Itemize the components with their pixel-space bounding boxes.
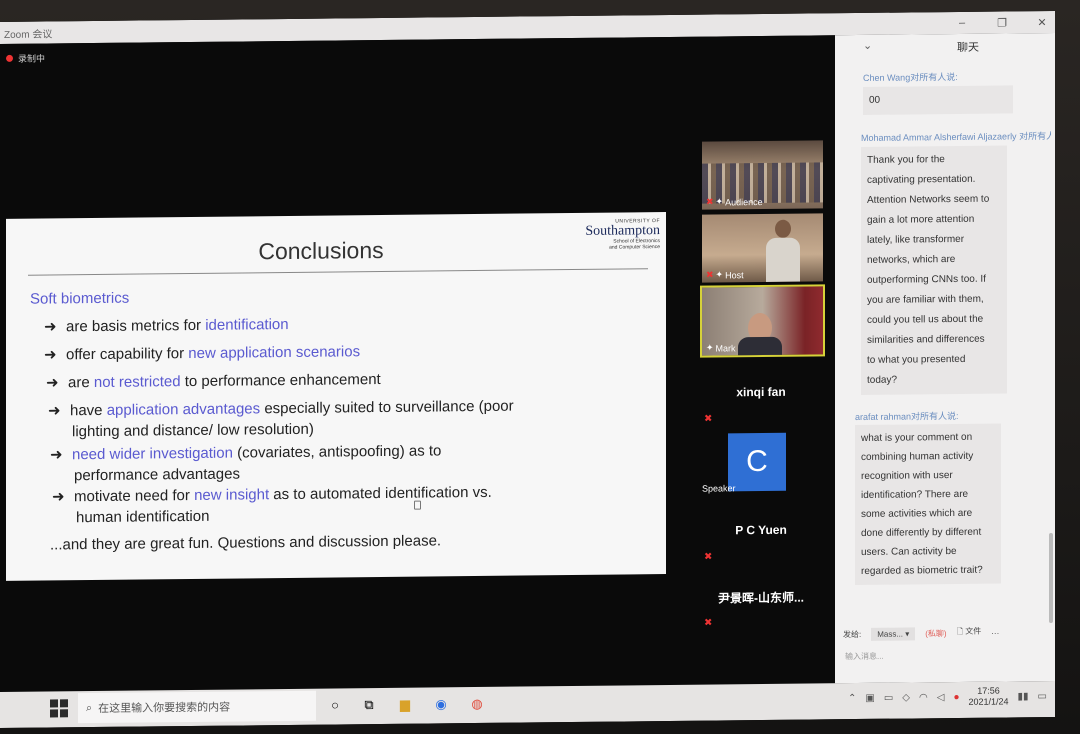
network-icon[interactable]: ◠	[919, 692, 928, 703]
video-tile-audience[interactable]: ✖ ✦ Audience	[702, 140, 823, 210]
shared-slide: Conclusions UNIVERSITY OF Southampton Sc…	[6, 212, 666, 581]
slide-closing: ...and they are great fun. Questions and…	[50, 532, 442, 554]
slide-title: Conclusions	[258, 236, 384, 265]
multitask-icon[interactable]: ⧉	[360, 696, 378, 714]
search-icon: ⌕	[86, 701, 93, 714]
participant-name[interactable]: 尹景晖-山东师...	[698, 588, 824, 606]
avatar[interactable]: C	[728, 432, 786, 492]
slide-bullet: ➜ offer capability for new application sc…	[44, 343, 361, 364]
participant-name[interactable]: xinqi fan	[698, 384, 824, 400]
logo-school-line2: and Computer Science	[609, 244, 660, 251]
private-label: (私聊)	[925, 628, 947, 638]
maximize-button[interactable]: ❐	[995, 16, 1009, 29]
arrow-icon: ➜	[48, 402, 61, 420]
slide-bullet: ➜ need wider investigation (covariates, a…	[50, 442, 442, 485]
minimize-button[interactable]: ‒	[955, 17, 969, 29]
screen: Zoom 会议 ‒ ❐ ✕ 录制中 Conclusions UNIVERSITY…	[0, 10, 1055, 729]
volume-icon[interactable]: ◁	[937, 692, 945, 703]
speaker-label: Speaker	[702, 483, 736, 494]
chevron-down-icon[interactable]: ⌄	[863, 39, 872, 52]
tray-icon[interactable]: ▭	[884, 692, 893, 703]
notification-badge-icon[interactable]: ▮▮	[1018, 691, 1029, 702]
slide-bullet: ➜ are not restricted to performance enhan…	[46, 371, 381, 392]
send-to-row: 发给: Mass... ▾ (私聊) 🗋 文件 ···	[843, 625, 1048, 641]
slide-divider	[28, 268, 648, 276]
file-icon: 🗋	[956, 626, 964, 636]
arrow-icon: ➜	[50, 446, 63, 464]
video-tile-mark[interactable]: ✦ Mark	[700, 284, 825, 358]
slide-heading: Soft biometrics	[30, 289, 130, 308]
chat-panel: ⌄ 聊天 Chen Wang对所有人说: 00 Mohamad Ammar Al…	[835, 32, 1055, 684]
chevron-up-icon[interactable]: ⌃	[848, 693, 856, 704]
chat-message: what is your comment on combining human …	[855, 423, 1001, 586]
tile-label: Audience	[725, 196, 763, 207]
arrow-icon: ➜	[46, 374, 59, 392]
chrome-icon[interactable]: ◍	[468, 695, 486, 713]
recording-indicator: 录制中	[6, 52, 45, 65]
mic-muted-icon: ✖	[706, 196, 714, 207]
slide-bullet: ➜ are basis metrics for identification	[44, 315, 289, 336]
video-tile-host[interactable]: ✖ ✦ Host	[702, 213, 823, 283]
university-logo: UNIVERSITY OF Southampton School of Elec…	[570, 218, 660, 251]
file-button[interactable]: 🗋 文件	[957, 626, 982, 640]
slide-bullet: ➜ have application advantages especially …	[48, 397, 514, 441]
file-explorer-icon[interactable]: ▆	[396, 696, 414, 714]
arrow-icon: ➜	[44, 318, 57, 336]
zoom-icon[interactable]: ◉	[432, 695, 450, 713]
message-sender: Chen Wang对所有人说:	[863, 71, 958, 83]
participant-name[interactable]: P C Yuen	[698, 522, 824, 538]
meeting-area: 录制中 Conclusions UNIVERSITY OF Southampto…	[0, 35, 835, 693]
chat-title: 聊天	[957, 41, 979, 54]
more-icon[interactable]: ···	[991, 628, 999, 637]
task-view-icon[interactable]: ○	[326, 696, 344, 714]
window-controls: ‒ ❐ ✕	[955, 11, 1049, 34]
send-to-label: 发给:	[843, 629, 862, 639]
mic-muted-icon: ✖	[704, 413, 713, 425]
participant-panel: ✖ ✦ Audience ✖ ✦ Host ✦ Mark xinqi fan ✖ C Sp…	[698, 140, 825, 629]
tile-label: Host	[725, 269, 744, 280]
host-video	[766, 219, 800, 282]
recording-label: 录制中	[18, 53, 46, 64]
pin-icon: ✦	[706, 342, 714, 353]
search-placeholder: 在这里输入你要搜索的内容	[98, 701, 231, 715]
tray-icon[interactable]: ◇	[902, 692, 910, 703]
mic-muted-icon: ✖	[704, 551, 713, 563]
logo-name: Southampton	[585, 223, 660, 239]
chat-input[interactable]: 输入消息...	[845, 651, 884, 662]
tile-label: Mark	[715, 342, 736, 354]
message-sender: arafat rahman对所有人说:	[855, 410, 959, 423]
message-sender: Mohamad Ammar Alsherfawi Aljazaerly 对所有人…	[861, 130, 1051, 143]
chat-header: ⌄ 聊天	[835, 33, 1055, 59]
system-tray: ⌃ ▣ ▭ ◇ ◠ ◁ ● 17:56 2021/1/24 ▮▮ ▭	[848, 685, 1047, 709]
notification-icon[interactable]: ▭	[1038, 691, 1047, 702]
slide-bullet: ➜ motivate need for new insight as to aut…	[52, 483, 492, 527]
chat-scrollbar[interactable]	[1049, 532, 1053, 624]
chat-message: 00	[863, 85, 1013, 115]
mouse-cursor-icon	[414, 500, 421, 510]
close-button[interactable]: ✕	[1035, 16, 1049, 29]
arrow-icon: ➜	[44, 346, 57, 364]
recording-dot-icon	[6, 54, 13, 62]
tray-icon[interactable]: ▣	[865, 692, 874, 703]
pin-icon: ✦	[715, 196, 724, 207]
mic-muted-icon: ✖	[704, 617, 713, 629]
windows-start-icon[interactable]	[50, 699, 68, 718]
clock[interactable]: 17:56 2021/1/24	[968, 685, 1008, 707]
mic-muted-icon: ✖	[706, 269, 714, 280]
tray-icon[interactable]: ●	[953, 691, 959, 702]
taskbar-search[interactable]: ⌕ 在这里输入你要搜索的内容	[78, 690, 316, 724]
pin-icon: ✦	[715, 269, 724, 280]
window-title: Zoom 会议	[4, 28, 53, 41]
chat-message: Thank you for the captivating presentati…	[861, 145, 1007, 395]
recipient-select[interactable]: Mass... ▾	[871, 626, 916, 641]
arrow-icon: ➜	[52, 488, 65, 506]
